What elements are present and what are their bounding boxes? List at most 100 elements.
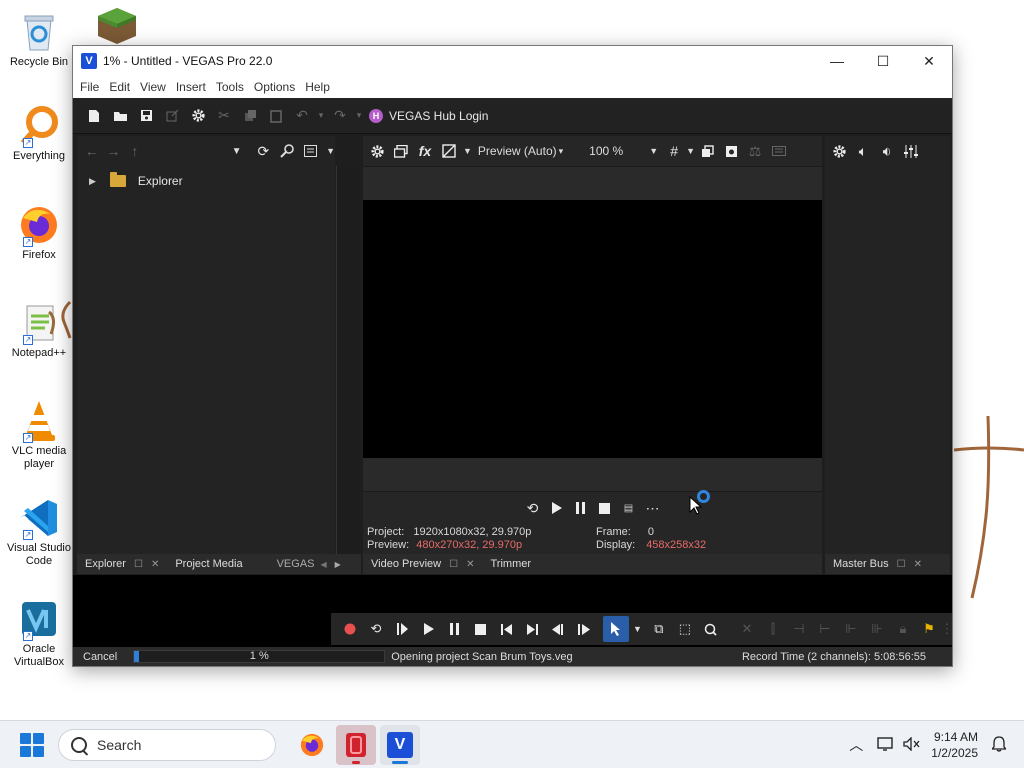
scopes-icon[interactable]: ⚖ <box>743 139 767 163</box>
undock-icon[interactable]: ☐ <box>449 559 458 570</box>
taskbar-red-app[interactable] <box>336 724 376 765</box>
menu-file[interactable]: File <box>79 80 106 94</box>
pause-icon[interactable] <box>441 616 467 642</box>
trim-icon[interactable]: ⫿ <box>760 616 786 642</box>
split-dropdown-chevron-icon[interactable]: ▼ <box>463 146 472 156</box>
close-tab-icon[interactable]: ✕ <box>466 559 474 570</box>
show-hidden-icons-chevron-icon[interactable]: ︿ <box>849 735 863 755</box>
explorer-tree-item[interactable]: ▶ Explorer <box>77 170 335 192</box>
copy-snapshot-icon[interactable] <box>695 139 719 163</box>
mixer-sliders-icon[interactable] <box>899 139 923 163</box>
lock-envelopes-icon[interactable]: 🔒︎ <box>890 616 916 642</box>
video-scope-icon[interactable] <box>767 139 791 163</box>
desktop-icon-virtualbox[interactable]: ↗ Oracle VirtualBox <box>6 597 72 669</box>
menu-help[interactable]: Help <box>304 80 337 94</box>
menu-options[interactable]: Options <box>253 80 302 94</box>
split-icon[interactable]: ⊩ <box>838 616 864 642</box>
taskbar-vegas-pro[interactable]: V <box>380 724 420 765</box>
start-windows-icon[interactable] <box>20 732 44 757</box>
close-button[interactable]: ✕ <box>906 46 952 76</box>
close-tab-icon[interactable]: ✕ <box>914 559 922 570</box>
overlays-chevron-icon[interactable]: ▼ <box>686 146 695 156</box>
stop-icon[interactable] <box>467 616 493 642</box>
ignore-grouping-icon[interactable]: ⊪ <box>864 616 890 642</box>
preview-quality-dropdown[interactable]: Preview (Auto) <box>478 144 557 158</box>
cancel-button[interactable]: Cancel <box>83 651 117 663</box>
next-frame-icon[interactable] <box>571 616 597 642</box>
external-monitor-icon[interactable] <box>389 139 413 163</box>
selection-tool-icon[interactable]: ⬚ <box>672 616 698 642</box>
desktop-icon-everything[interactable]: ↗ Everything <box>6 104 72 163</box>
save-snapshot-icon[interactable] <box>719 139 743 163</box>
tab-trimmer[interactable]: Trimmer <box>482 554 539 574</box>
master-bus-settings-gear-icon[interactable] <box>827 139 851 163</box>
undo-dropdown-icon[interactable]: ▾ <box>315 103 327 129</box>
minimize-button[interactable]: — <box>814 46 860 76</box>
up-arrow-icon[interactable]: ↑ <box>124 143 146 159</box>
tab-vegas[interactable]: VEGAS ◀ ▶ <box>251 554 349 574</box>
tab-scroll-left-icon[interactable]: ◀ <box>321 560 327 569</box>
close-tab-icon[interactable]: ✕ <box>151 559 159 570</box>
settings-gear-icon[interactable] <box>185 103 211 129</box>
desktop-icon-vscode[interactable]: ↗ Visual Studio Code <box>6 496 72 568</box>
redo-icon[interactable]: ↷ <box>327 103 353 129</box>
network-icon[interactable] <box>877 736 895 754</box>
redo-dropdown-icon[interactable]: ▾ <box>353 103 365 129</box>
audio-fx-icon[interactable]: 🔈︎ <box>851 139 875 163</box>
edit-tool-chevron-icon[interactable]: ▼ <box>633 624 642 634</box>
undo-icon[interactable]: ↶ <box>289 103 315 129</box>
desktop-icon-firefox[interactable]: ↗ Firefox <box>6 203 72 262</box>
cut-icon[interactable]: ✂ <box>211 103 237 129</box>
volume-muted-icon[interactable] <box>903 735 921 754</box>
downmix-icon[interactable]: 🔉︎ <box>875 139 899 163</box>
trim-end-icon[interactable]: ⊢ <box>812 616 838 642</box>
taskbar-firefox[interactable] <box>292 725 332 765</box>
system-clock[interactable]: 9:14 AM 1/2/2025 <box>931 729 978 761</box>
menu-edit[interactable]: Edit <box>108 80 137 94</box>
stop-icon[interactable] <box>593 496 617 520</box>
refresh-icon[interactable]: ⟳ <box>252 139 276 163</box>
path-dropdown-chevron-icon[interactable]: ▼ <box>232 146 242 157</box>
maximize-button[interactable]: ☐ <box>860 46 906 76</box>
more-options-icon[interactable]: ⋯ <box>641 496 665 520</box>
save-icon[interactable] <box>133 103 159 129</box>
record-icon[interactable] <box>337 616 363 642</box>
taskbar-search-box[interactable]: Search <box>58 728 276 761</box>
loop-playback-icon[interactable]: ⟲ <box>521 496 545 520</box>
preview-settings-gear-icon[interactable] <box>365 139 389 163</box>
play-from-start-icon[interactable] <box>389 616 415 642</box>
previous-frame-icon[interactable] <box>545 616 571 642</box>
undock-icon[interactable]: ☐ <box>134 559 143 570</box>
zoom-level-dropdown[interactable]: 100 % <box>589 144 623 158</box>
loop-playback-icon[interactable]: ⟲ <box>363 616 389 642</box>
go-to-end-icon[interactable] <box>519 616 545 642</box>
desktop-icon-minecraft[interactable] <box>84 4 150 50</box>
envelope-tool-icon[interactable]: ⧉ <box>646 616 672 642</box>
vegas-hub-login-link[interactable]: VEGAS Hub Login <box>389 109 488 123</box>
view-options-icon[interactable] <box>299 139 323 163</box>
forward-arrow-icon[interactable]: → <box>103 143 125 159</box>
tab-scroll-right-icon[interactable]: ▶ <box>335 560 341 569</box>
more-timeline-tools-icon[interactable]: ⋮ <box>940 616 953 642</box>
pause-icon[interactable] <box>569 496 593 520</box>
zoom-chevron-icon[interactable]: ▼ <box>649 146 658 156</box>
trim-start-icon[interactable]: ⊣ <box>786 616 812 642</box>
tab-master-bus[interactable]: Master Bus ☐ ✕ <box>825 554 930 574</box>
tab-video-preview[interactable]: Video Preview ☐ ✕ <box>363 554 483 574</box>
play-icon[interactable] <box>415 616 441 642</box>
delete-icon[interactable]: ✕ <box>734 616 760 642</box>
undock-icon[interactable]: ☐ <box>897 559 906 570</box>
new-project-icon[interactable] <box>81 103 107 129</box>
desktop-icon-vlc[interactable]: ↗ VLC media player <box>6 399 72 471</box>
video-fx-icon[interactable]: fx <box>413 139 437 163</box>
split-screen-icon[interactable] <box>437 139 461 163</box>
sync-cursor-icon[interactable]: ▤ <box>617 496 641 520</box>
menu-view[interactable]: View <box>139 80 173 94</box>
render-as-icon[interactable] <box>159 103 185 129</box>
menu-insert[interactable]: Insert <box>175 80 213 94</box>
timeline-area[interactable]: ⟲ ▼ ⧉ ⬚ ✕ ⫿ ⊣ ⊢ ⊩ ⊪ 🔒︎ ⚑ ⋮ <box>73 575 953 647</box>
tab-project-media[interactable]: Project Media <box>167 554 250 574</box>
quality-chevron-icon[interactable]: ▾ <box>559 146 564 157</box>
title-bar[interactable]: V 1% - Untitled - VEGAS Pro 22.0 — ☐ ✕ <box>73 46 952 76</box>
open-folder-icon[interactable] <box>107 103 133 129</box>
